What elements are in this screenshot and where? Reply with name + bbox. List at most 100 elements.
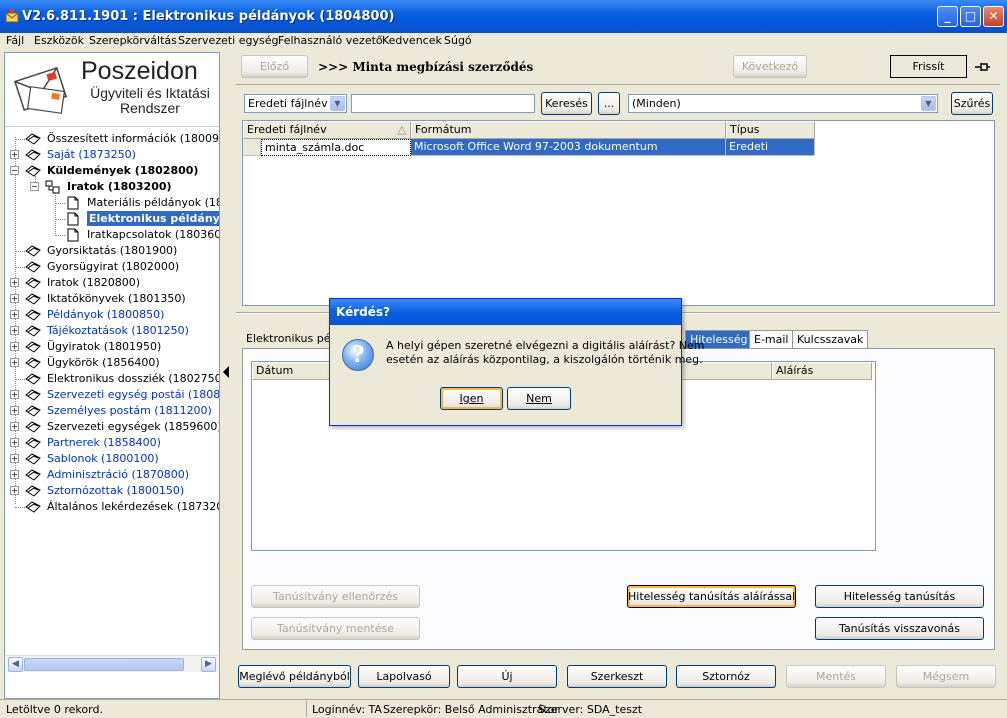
- prev-button[interactable]: Előző: [241, 55, 308, 78]
- tree-node[interactable]: + Iratok (1820800): [5, 275, 219, 291]
- certify-with-signature-button[interactable]: Hitelesség tanúsítás aláírással: [627, 585, 796, 608]
- expand-icon[interactable]: +: [10, 326, 19, 335]
- search-button[interactable]: Keresés: [541, 92, 592, 115]
- type-select[interactable]: (Minden) ▼: [628, 94, 938, 113]
- from-existing-button[interactable]: Meglévő példányból: [238, 665, 351, 688]
- tree-node[interactable]: + Szervezeti egységek (1859600): [5, 419, 219, 435]
- tree-node[interactable]: + Szervezeti egység postái (1808000): [5, 387, 219, 403]
- documents-grid: Eredeti fájlnév △ Formátum Típus minta_s…: [242, 120, 995, 306]
- collapse-icon[interactable]: −: [10, 166, 19, 175]
- scroll-thumb[interactable]: [24, 658, 184, 671]
- splitter[interactable]: [221, 360, 231, 384]
- tree-node-label: Sablonok (1800100): [47, 452, 159, 465]
- tree-node[interactable]: + Személyes postám (1811200): [5, 403, 219, 419]
- tree-node[interactable]: + Ügyiratok (1801950): [5, 339, 219, 355]
- tree-node-label: Küldemények (1802800): [47, 164, 199, 177]
- tree-node[interactable]: + Ügykörök (1856400): [5, 355, 219, 371]
- tree-node[interactable]: Elektronikus példányok: [5, 211, 219, 227]
- menu-felhasznalo-vezeto[interactable]: Felhasználó vezető: [278, 34, 383, 47]
- cell-filename[interactable]: minta_számla.doc: [261, 139, 411, 156]
- chevron-down-icon[interactable]: ▼: [921, 96, 936, 111]
- expand-icon[interactable]: +: [10, 294, 19, 303]
- revoke-certification-button[interactable]: Tanúsítás visszavonás: [815, 617, 984, 640]
- expand-icon[interactable]: +: [10, 486, 19, 495]
- no-button[interactable]: Nem: [507, 387, 571, 410]
- chevron-down-icon[interactable]: ▼: [330, 96, 345, 111]
- expand-icon[interactable]: +: [10, 390, 19, 399]
- tree-node[interactable]: + Partnerek (1858400): [5, 435, 219, 451]
- menu-eszkozok[interactable]: Eszközök: [34, 34, 84, 47]
- minimize-button[interactable]: _: [937, 6, 958, 27]
- tree-node[interactable]: + Sztornózottak (1800150): [5, 483, 219, 499]
- expand-icon[interactable]: +: [10, 454, 19, 463]
- tree-node[interactable]: Gyorsügyirat (1802000): [5, 259, 219, 275]
- column-header-format[interactable]: Formátum: [411, 121, 726, 139]
- tree-node[interactable]: + Példányok (1800850): [5, 307, 219, 323]
- tree-node[interactable]: Materiális példányok (18044: [5, 195, 219, 211]
- menu-kedvencek[interactable]: Kedvencek: [382, 34, 442, 47]
- maximize-button[interactable]: □: [960, 6, 981, 27]
- collapse-icon[interactable]: −: [30, 182, 39, 191]
- save-button[interactable]: Mentés: [786, 665, 886, 688]
- certificate-save-button[interactable]: Tanúsítvány mentése: [251, 617, 420, 640]
- field-select[interactable]: Eredeti fájlnév ▼: [244, 94, 347, 113]
- menu-fajl[interactable]: Fájl: [6, 34, 24, 47]
- tree-node[interactable]: + Sablonok (1800100): [5, 451, 219, 467]
- expand-icon[interactable]: +: [10, 406, 19, 415]
- horizontal-scrollbar[interactable]: ◀ ▶: [6, 655, 218, 672]
- expand-icon[interactable]: +: [10, 358, 19, 367]
- scroll-left-icon[interactable]: ◀: [8, 657, 23, 672]
- expand-icon[interactable]: +: [10, 150, 19, 159]
- expand-icon[interactable]: +: [10, 438, 19, 447]
- column-header-signature[interactable]: Aláírás: [772, 362, 872, 380]
- tree-node[interactable]: + Iktatókönyvek (1801350): [5, 291, 219, 307]
- edit-button[interactable]: Szerkeszt: [567, 665, 667, 688]
- cancel-record-button[interactable]: Sztornóz: [676, 665, 776, 688]
- tree-node[interactable]: Gyorsiktatás (1801900): [5, 243, 219, 259]
- tree-node[interactable]: Elektronikus dossziék (1802750): [5, 371, 219, 387]
- browse-button[interactable]: ...: [598, 92, 620, 115]
- tree-node[interactable]: − Küldemények (1802800): [5, 163, 219, 179]
- cell-format[interactable]: Microsoft Office Word 97-2003 dokumentum: [411, 139, 726, 156]
- menu-sugo[interactable]: Súgó: [444, 34, 472, 47]
- tree-node[interactable]: + Saját (1873250): [5, 147, 219, 163]
- folder-tag-icon: [25, 293, 41, 305]
- search-input[interactable]: [351, 94, 535, 113]
- refresh-button[interactable]: Frissít: [890, 55, 967, 78]
- scanner-button[interactable]: Lapolvasó: [358, 665, 450, 688]
- tree-node[interactable]: − Iratok (1803200): [5, 179, 219, 195]
- tree-node-label: Gyorsügyirat (1802000): [47, 260, 180, 273]
- new-button[interactable]: Új: [457, 665, 557, 688]
- tree-node[interactable]: + Adminisztráció (1870800): [5, 467, 219, 483]
- expand-icon[interactable]: +: [10, 470, 19, 479]
- tree-node[interactable]: Általános lekérdezések (1873200): [5, 499, 219, 515]
- row-header[interactable]: [243, 139, 261, 156]
- expand-icon[interactable]: +: [10, 310, 19, 319]
- window-title: V2.6.811.1901 : Elektronikus példányok (…: [22, 9, 395, 24]
- next-button[interactable]: Következő: [733, 55, 807, 78]
- tab-kulcsszavak[interactable]: Kulcsszavak: [792, 330, 869, 349]
- cancel-button[interactable]: Mégsem: [896, 665, 996, 688]
- tab-email[interactable]: E-mail: [749, 330, 794, 349]
- certify-button[interactable]: Hitelesség tanúsítás: [815, 585, 984, 608]
- menu-szerepkorvaltas[interactable]: Szerepkörváltás: [89, 34, 177, 47]
- close-button[interactable]: ✕: [983, 6, 1004, 27]
- menu-szervezeti-egyseg[interactable]: Szervezeti egység: [178, 34, 278, 47]
- scroll-right-icon[interactable]: ▶: [201, 657, 216, 672]
- expand-icon[interactable]: +: [10, 278, 19, 287]
- tree-node[interactable]: + Tájékoztatások (1801250): [5, 323, 219, 339]
- collapse-left-icon[interactable]: [221, 360, 231, 384]
- field-select-value: Eredeti fájlnév: [248, 97, 328, 110]
- filter-button[interactable]: Szűrés: [951, 92, 993, 115]
- expand-icon[interactable]: +: [10, 422, 19, 431]
- tree-node[interactable]: Iratkapcsolatok (1803600): [5, 227, 219, 243]
- status-bar: Letöltve 0 rekord. Loginnév: TA Szerepkö…: [0, 699, 1007, 718]
- column-header-type[interactable]: Típus: [726, 121, 815, 139]
- cell-type[interactable]: Eredeti: [726, 139, 815, 156]
- certificate-check-button[interactable]: Tanúsítvány ellenőrzés: [251, 585, 420, 608]
- expand-icon[interactable]: +: [10, 342, 19, 351]
- column-header-filename[interactable]: Eredeti fájlnév △: [243, 121, 411, 139]
- pin-icon[interactable]: [973, 60, 991, 74]
- yes-button[interactable]: Igen: [440, 387, 503, 410]
- tree-node[interactable]: Összesített információk (1800950): [5, 131, 219, 147]
